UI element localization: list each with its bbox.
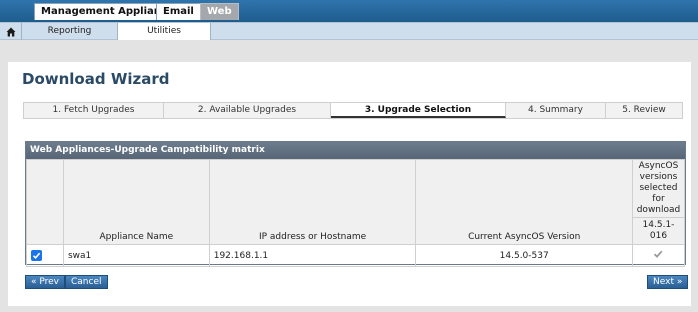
home-icon — [6, 27, 15, 36]
checkmark-icon — [32, 252, 41, 259]
prev-button[interactable]: « Prev — [25, 275, 66, 289]
table-row: swa1 192.168.1.1 14.5.0-537 — [26, 244, 686, 267]
step-summary: 4. Summary — [506, 103, 606, 118]
row-checkbox-cell — [26, 244, 64, 267]
header-current-version: Current AsyncOS Version — [415, 159, 633, 245]
wizard-steps: 1. Fetch Upgrades 2. Available Upgrades … — [23, 102, 683, 119]
tab-web[interactable]: Web — [200, 3, 239, 20]
tab-email[interactable]: Email — [156, 3, 201, 20]
checkmark-icon — [654, 250, 663, 258]
matrix-table: Appliance Name IP address or Hostname Cu… — [26, 159, 686, 267]
nav-tab-utilities[interactable]: Utilities — [117, 23, 211, 40]
matrix-title: Web Appliances-Upgrade Campatibility mat… — [26, 142, 685, 159]
cancel-button[interactable]: Cancel — [65, 275, 108, 289]
header-appliance-name: Appliance Name — [62, 159, 210, 245]
page-title: Download Wizard — [22, 70, 170, 88]
step-fetch-upgrades: 1. Fetch Upgrades — [24, 103, 164, 118]
row-select-checkbox[interactable] — [31, 250, 42, 261]
appliance-name: swa1 — [62, 244, 210, 267]
appliance-ip: 192.168.1.1 — [208, 244, 417, 267]
header-asyncos-versions: AsyncOS versions selected for download — [631, 159, 686, 218]
next-button[interactable]: Next » — [647, 275, 689, 289]
step-upgrade-selection: 3. Upgrade Selection — [331, 103, 506, 118]
header-ip-hostname: IP address or Hostname — [208, 159, 417, 245]
product-bar: Management Appliance Email Web — [0, 0, 698, 22]
current-version: 14.5.0-537 — [415, 244, 633, 267]
checkbox-header — [26, 159, 64, 245]
home-button[interactable] — [0, 23, 22, 40]
step-review: 5. Review — [622, 105, 666, 115]
secondary-nav: Reporting Utilities — [0, 22, 698, 40]
wizard-card: Download Wizard 1. Fetch Upgrades 2. Ava… — [8, 62, 691, 306]
asyncos-selected-cell — [631, 244, 686, 267]
header-asyncos-version-value: 14.5.1-016 — [631, 217, 686, 245]
nav-tab-reporting[interactable]: Reporting — [22, 23, 117, 40]
compatibility-matrix: Web Appliances-Upgrade Campatibility mat… — [25, 141, 686, 267]
step-available-upgrades: 2. Available Upgrades — [164, 103, 331, 118]
